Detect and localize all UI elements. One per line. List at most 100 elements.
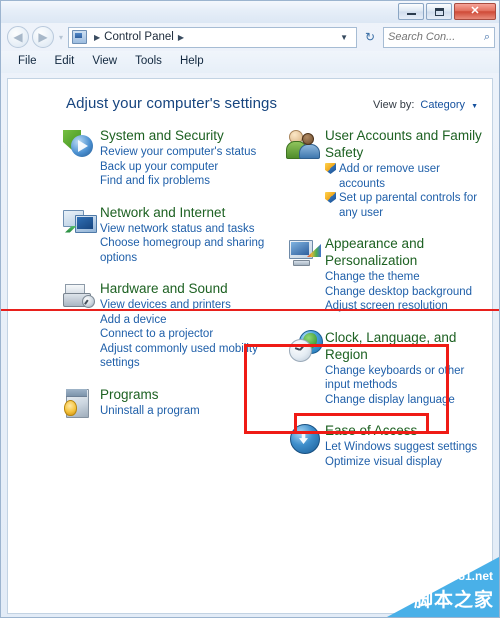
category-column-left: System and Security Review your computer…: [60, 126, 271, 483]
link-label: Uninstall a program: [100, 404, 200, 417]
menu-item-file[interactable]: File: [9, 54, 46, 70]
category-body: User Accounts and Family Safety Add or r…: [325, 126, 482, 220]
menu-item-view[interactable]: View: [83, 54, 126, 70]
programs-icon: [63, 386, 97, 420]
link-label: Change the theme: [325, 271, 420, 283]
list-item[interactable]: Change desktop background: [325, 285, 482, 300]
back-arrow-icon: ◀: [13, 30, 23, 44]
recent-pages-chevron-icon[interactable]: ▾: [57, 33, 65, 42]
link-label: Find and fix problems: [100, 175, 210, 187]
link-label: Back up your computer: [100, 160, 219, 173]
view-by-label: View by:: [373, 99, 415, 111]
watermark: jb51.net 脚本之家: [387, 557, 499, 617]
list-item[interactable]: Connect to a projector: [100, 327, 271, 342]
control-panel-icon: [72, 30, 87, 44]
maximize-icon: [434, 7, 444, 16]
category-system-and-security[interactable]: System and Security Review your computer…: [60, 126, 271, 189]
link-label: Let Windows suggest settings: [325, 441, 478, 453]
breadcrumb-item-control-panel[interactable]: Control Panel: [104, 31, 174, 43]
page-title: Adjust your computer's settings: [66, 95, 278, 112]
list-item[interactable]: Change the theme: [325, 270, 482, 285]
breadcrumb-separator-icon: ▶: [94, 32, 101, 42]
back-button[interactable]: ◀: [7, 26, 29, 48]
page-header: Adjust your computer's settings View by:…: [8, 95, 492, 112]
category-links: Let Windows suggest settings Optimize vi…: [325, 440, 482, 469]
category-title[interactable]: User Accounts and Family Safety: [325, 127, 482, 161]
appearance-personalization-icon: [288, 235, 322, 269]
chevron-down-icon[interactable]: ▼: [471, 103, 478, 110]
minimize-button[interactable]: [398, 3, 424, 20]
link-label: Optimize visual display: [325, 455, 442, 468]
category-icon-wrap: [285, 126, 325, 220]
refresh-icon: ↻: [364, 30, 376, 44]
link-label: View network status and tasks: [100, 222, 255, 235]
annotation-box-change-display-language: [294, 413, 429, 434]
menu-item-help[interactable]: Help: [171, 54, 213, 70]
maximize-button[interactable]: [426, 3, 452, 20]
control-panel-window: ✕ ◀ ▶ ▾ ▶ Control Panel ▶ ▼ ↻ ⌕ File Edi…: [0, 0, 500, 618]
category-title[interactable]: System and Security: [100, 127, 271, 144]
link-label: Choose homegroup and sharing options: [100, 237, 265, 264]
system-security-icon: [63, 127, 97, 161]
link-label: Change desktop background: [325, 285, 473, 298]
list-item[interactable]: Adjust screen resolution: [325, 299, 482, 314]
watermark-english-text: jb51.net: [447, 569, 493, 583]
list-item[interactable]: Back up your computer: [100, 160, 271, 175]
watermark-chinese-text: 脚本之家: [413, 589, 494, 611]
link-label: Adjust screen resolution: [325, 300, 448, 312]
search-icon: ⌕: [483, 30, 490, 43]
menu-item-edit[interactable]: Edit: [46, 54, 84, 70]
list-item[interactable]: View network status and tasks: [100, 222, 271, 237]
category-user-accounts-and-family-safety[interactable]: User Accounts and Family Safety Add or r…: [285, 126, 482, 220]
search-box[interactable]: ⌕: [383, 26, 495, 48]
list-item[interactable]: Set up parental controls for any user: [325, 191, 482, 220]
link-label: Add a device: [100, 313, 167, 326]
forward-button[interactable]: ▶: [32, 26, 54, 48]
list-item[interactable]: Optimize visual display: [325, 455, 482, 470]
category-icon-wrap: [60, 279, 100, 371]
category-hardware-and-sound[interactable]: Hardware and Sound View devices and prin…: [60, 279, 271, 371]
category-icon-wrap: [60, 126, 100, 189]
list-item[interactable]: Add or remove user accounts: [325, 162, 482, 191]
annotation-horizontal-rule: [1, 309, 499, 311]
close-button[interactable]: ✕: [454, 3, 496, 20]
category-icon-wrap: [60, 385, 100, 420]
category-title[interactable]: Network and Internet: [100, 204, 271, 221]
list-item[interactable]: Let Windows suggest settings: [325, 440, 482, 455]
category-links: Add or remove user accounts Set up paren…: [325, 162, 482, 220]
window-controls: ✕: [398, 3, 496, 20]
category-links: View network status and tasks Choose hom…: [100, 222, 271, 266]
network-internet-icon: [63, 204, 97, 238]
address-dropdown-icon[interactable]: ▼: [335, 33, 353, 42]
view-by-value[interactable]: Category: [420, 99, 465, 111]
category-title[interactable]: Hardware and Sound: [100, 280, 271, 297]
list-item[interactable]: Add a device: [100, 313, 271, 328]
close-icon: ✕: [470, 5, 480, 17]
forward-arrow-icon: ▶: [38, 30, 48, 44]
title-bar: ✕: [1, 1, 499, 23]
category-body: System and Security Review your computer…: [100, 126, 271, 189]
menu-item-tools[interactable]: Tools: [126, 54, 171, 70]
menu-bar: File Edit View Tools Help: [1, 51, 499, 73]
list-item[interactable]: Choose homegroup and sharing options: [100, 236, 271, 265]
category-programs[interactable]: Programs Uninstall a program: [60, 385, 271, 420]
breadcrumb[interactable]: ▶ Control Panel ▶ ▼: [68, 26, 357, 48]
category-network-and-internet[interactable]: Network and Internet View network status…: [60, 203, 271, 266]
link-label: Connect to a projector: [100, 328, 214, 340]
minimize-icon: [406, 13, 416, 15]
refresh-button[interactable]: ↻: [360, 27, 380, 48]
category-icon-wrap: [285, 234, 325, 314]
address-bar: ◀ ▶ ▾ ▶ Control Panel ▶ ▼ ↻ ⌕: [1, 23, 499, 51]
category-links: Change the theme Change desktop backgrou…: [325, 270, 482, 314]
uac-shield-icon: [325, 192, 336, 203]
category-body: Network and Internet View network status…: [100, 203, 271, 266]
link-label: Review your computer's status: [100, 146, 257, 158]
link-label: Add or remove user accounts: [339, 163, 440, 190]
user-accounts-icon: [286, 127, 322, 161]
breadcrumb-separator-icon-2[interactable]: ▶: [178, 33, 184, 42]
category-title[interactable]: Appearance and Personalization: [325, 235, 482, 269]
list-item[interactable]: Find and fix problems: [100, 174, 271, 189]
list-item[interactable]: Review your computer's status: [100, 145, 271, 160]
category-appearance-and-personalization[interactable]: Appearance and Personalization Change th…: [285, 234, 482, 314]
search-input[interactable]: [388, 31, 484, 43]
